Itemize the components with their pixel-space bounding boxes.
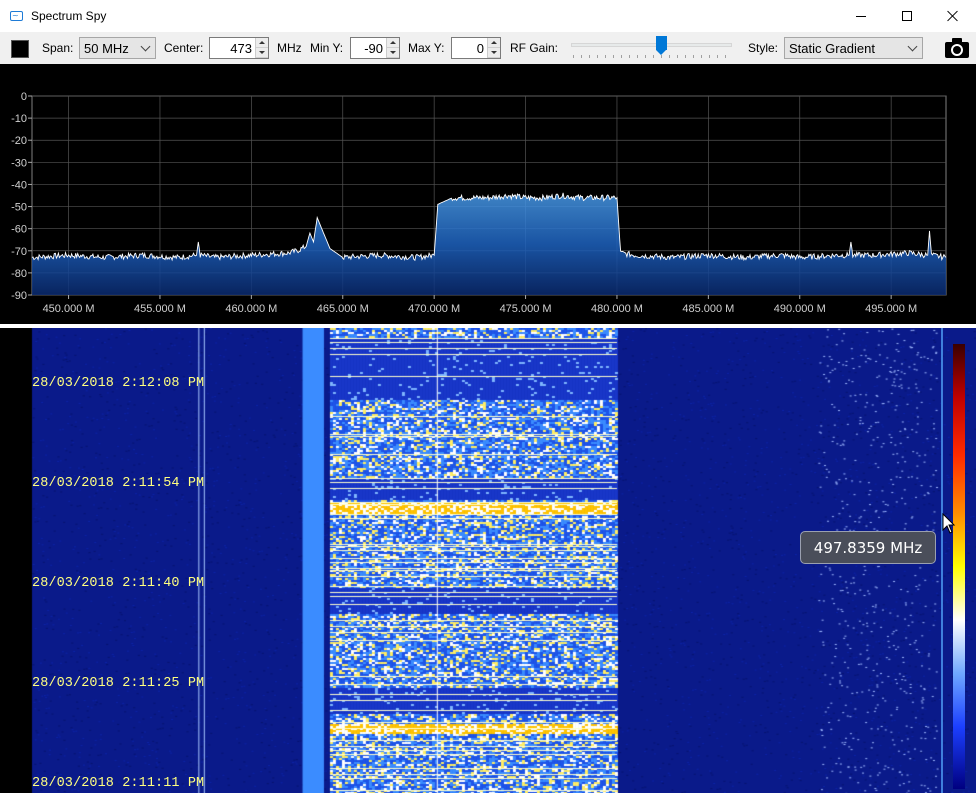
x-tick-label: 480.000 M — [591, 303, 643, 315]
rf-gain-label: RF Gain: — [510, 41, 559, 55]
title-bar: ~ Spectrum Spy — [0, 0, 976, 32]
maximize-icon — [902, 11, 912, 21]
close-icon — [947, 10, 959, 22]
x-tick-label: 475.000 M — [500, 303, 552, 315]
close-button[interactable] — [930, 0, 976, 32]
x-tick-label: 465.000 M — [317, 303, 369, 315]
y-tick-label: -70 — [11, 246, 27, 258]
color-scale-bar — [953, 344, 965, 789]
spectrum-plot[interactable]: 0 -10 -20 -30 -40 -50 -60 -70 -80 -90 450.000 M 455… — [0, 64, 976, 324]
rf-gain-slider-thumb[interactable] — [655, 36, 667, 55]
waterfall-timestamp: 28/03/2018 2:11:40 PM — [32, 576, 205, 591]
y-tick-label: -40 — [11, 179, 27, 191]
min-y-input[interactable]: -90 — [350, 37, 400, 59]
y-tick-label: -90 — [11, 290, 27, 302]
rf-gain-slider-ticks — [573, 55, 731, 58]
max-y-up-arrow-icon[interactable] — [488, 38, 500, 48]
style-label: Style: — [748, 41, 779, 55]
x-tick-label: 495.000 M — [865, 303, 917, 315]
spectrum-app-icon: ~ — [9, 8, 25, 24]
center-input[interactable]: 473 — [209, 37, 269, 59]
waterfall-timestamp: 28/03/2018 2:11:54 PM — [32, 476, 205, 491]
style-select-value: Static Gradient — [789, 40, 875, 56]
x-tick-label: 455.000 M — [134, 303, 186, 315]
mouse-pointer-icon — [942, 513, 956, 534]
max-y-input-value: 0 — [476, 40, 484, 56]
max-y-input[interactable]: 0 — [451, 37, 501, 59]
trace-color-button[interactable] — [11, 40, 29, 58]
y-tick-label: -50 — [11, 202, 27, 214]
max-y-down-arrow-icon[interactable] — [488, 48, 500, 58]
center-input-value: 473 — [230, 40, 252, 56]
span-select[interactable]: 50 MHz — [79, 37, 156, 59]
min-y-input-value: -90 — [364, 40, 383, 56]
y-tick-label: -30 — [11, 157, 27, 169]
y-tick-label: -20 — [11, 135, 27, 147]
waterfall-timestamp: 28/03/2018 2:12:08 PM — [32, 376, 205, 391]
waterfall-timestamp: 28/03/2018 2:11:25 PM — [32, 676, 205, 691]
chevron-down-icon — [907, 41, 918, 52]
minimize-button[interactable] — [838, 0, 884, 32]
y-tick-label: -10 — [11, 113, 27, 125]
y-tick-label: -60 — [11, 224, 27, 236]
camera-icon — [945, 38, 969, 58]
x-tick-label: 490.000 M — [774, 303, 826, 315]
waterfall-timestamp: 28/03/2018 2:11:11 PM — [32, 776, 205, 791]
minimize-icon — [856, 15, 866, 17]
x-tick-label: 460.000 M — [225, 303, 277, 315]
span-label: Span: — [42, 41, 74, 55]
min-y-up-arrow-icon[interactable] — [387, 38, 399, 48]
min-y-label: Min Y: — [310, 41, 344, 55]
center-up-arrow-icon[interactable] — [256, 38, 268, 48]
frequency-cursor-line — [941, 328, 943, 793]
frequency-tooltip: 497.8359 MHz — [800, 531, 936, 564]
center-label: Center: — [164, 41, 204, 55]
snapshot-button[interactable] — [944, 36, 970, 60]
window-title: Spectrum Spy — [31, 9, 107, 23]
min-y-down-arrow-icon[interactable] — [387, 48, 399, 58]
x-tick-label: 485.000 M — [682, 303, 734, 315]
center-unit-label: MHz — [277, 41, 302, 55]
max-y-label: Max Y: — [408, 41, 445, 55]
y-tick-label: -80 — [11, 268, 27, 280]
center-down-arrow-icon[interactable] — [256, 48, 268, 58]
y-tick-label: 0 — [21, 91, 27, 103]
x-tick-label: 450.000 M — [43, 303, 95, 315]
rf-gain-slider-track[interactable] — [571, 43, 732, 47]
maximize-button[interactable] — [884, 0, 930, 32]
style-select[interactable]: Static Gradient — [784, 37, 923, 59]
span-select-value: 50 MHz — [84, 40, 129, 56]
x-tick-label: 470.000 M — [408, 303, 460, 315]
chevron-down-icon — [140, 41, 151, 52]
spectrum-chart: 0 -10 -20 -30 -40 -50 -60 -70 -80 -90 450.000 M 455… — [11, 91, 947, 315]
waterfall-plot[interactable]: 28/03/2018 2:12:08 PM 28/03/2018 2:11:54… — [0, 328, 976, 793]
